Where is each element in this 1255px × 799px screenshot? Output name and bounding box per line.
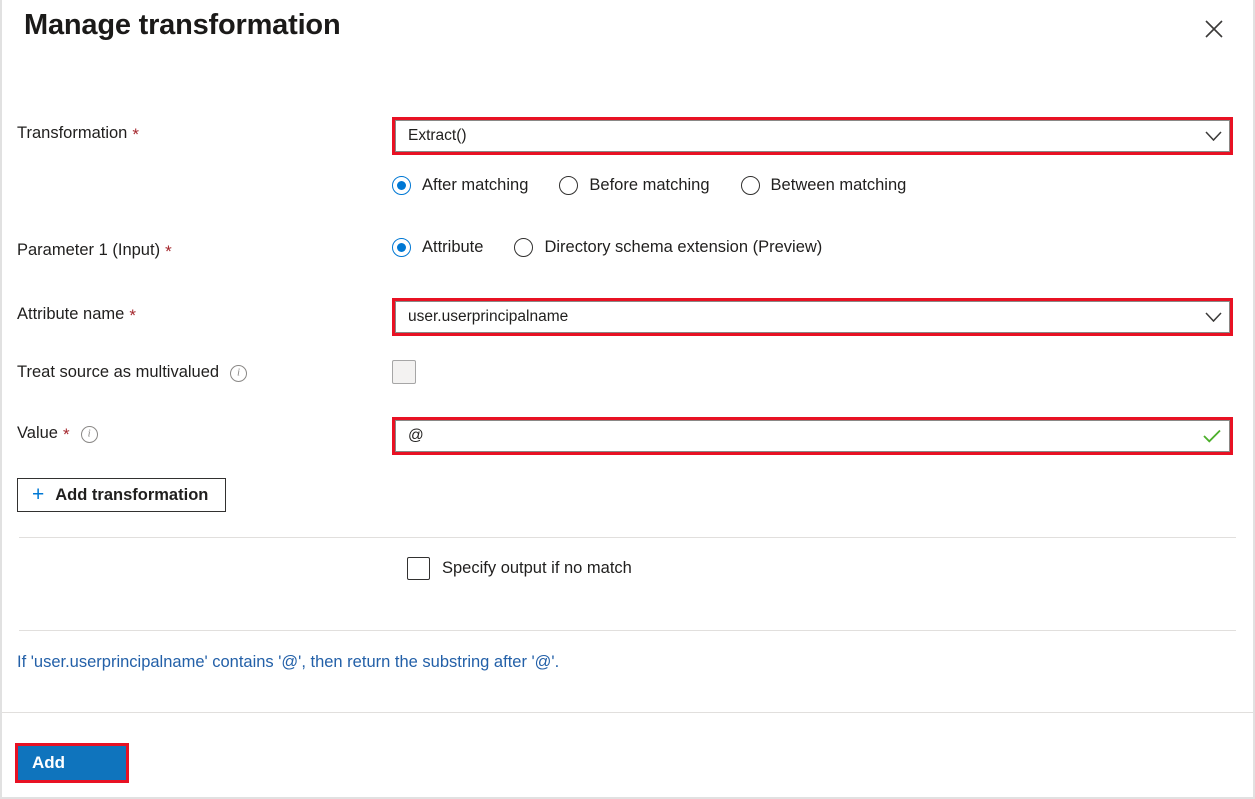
- value-input[interactable]: @: [396, 427, 1195, 445]
- match-mode-label-spacer: [2, 176, 392, 202]
- treat-multivalued-row: Treat source as multivalued i: [2, 360, 1253, 386]
- match-mode-field: After matching Before matching Between m…: [392, 176, 1253, 195]
- footer-actions: Add: [15, 743, 129, 783]
- required-asterisk: *: [129, 307, 136, 324]
- specify-output-checkbox[interactable]: [407, 557, 430, 580]
- chevron-down-icon[interactable]: [1197, 131, 1229, 142]
- divider-footer: [2, 712, 1253, 713]
- radio-attribute[interactable]: Attribute: [392, 238, 483, 257]
- radio-directory-schema-extension[interactable]: Directory schema extension (Preview): [514, 238, 822, 257]
- attribute-name-label-text: Attribute name: [17, 305, 124, 325]
- attribute-name-field: user.userprincipalname: [392, 298, 1253, 336]
- close-button[interactable]: [1197, 12, 1231, 46]
- add-transformation-label: Add transformation: [55, 486, 208, 505]
- parameter1-label-text: Parameter 1 (Input): [17, 241, 160, 261]
- radio-before-matching-label: Before matching: [589, 176, 709, 195]
- attribute-name-dropdown[interactable]: user.userprincipalname: [395, 301, 1230, 333]
- transformation-dropdown[interactable]: Extract(): [395, 120, 1230, 152]
- value-row: Value * i @: [2, 417, 1253, 455]
- parameter1-label: Parameter 1 (Input) *: [2, 238, 392, 264]
- manage-transformation-panel: Manage transformation Transformation * E…: [0, 0, 1255, 799]
- radio-mark-unselected: [514, 238, 533, 257]
- required-asterisk: *: [165, 243, 172, 260]
- treat-multivalued-label-text: Treat source as multivalued: [17, 363, 219, 383]
- add-transformation-wrap: + Add transformation: [17, 478, 226, 512]
- close-icon: [1203, 18, 1225, 40]
- plus-icon: +: [32, 484, 44, 505]
- specify-output-label: Specify output if no match: [442, 559, 632, 578]
- panel-header: Manage transformation: [2, 0, 1253, 62]
- value-label-text: Value: [17, 424, 58, 444]
- info-icon[interactable]: i: [230, 365, 247, 382]
- parameter1-row: Parameter 1 (Input) * Attribute Director…: [2, 238, 1253, 264]
- add-button[interactable]: Add: [18, 746, 126, 780]
- radio-attribute-label: Attribute: [422, 238, 483, 257]
- required-asterisk: *: [132, 126, 139, 143]
- attribute-name-row: Attribute name * user.userprincipalname: [2, 298, 1253, 336]
- radio-after-matching-label: After matching: [422, 176, 528, 195]
- radio-between-matching[interactable]: Between matching: [741, 176, 907, 195]
- value-highlight: @: [392, 417, 1233, 455]
- transformation-description: If 'user.userprincipalname' contains '@'…: [17, 653, 559, 672]
- value-label: Value * i: [2, 417, 392, 451]
- add-button-highlight: Add: [15, 743, 129, 783]
- transformation-row: Transformation * Extract(): [2, 117, 1253, 155]
- radio-before-matching[interactable]: Before matching: [559, 176, 709, 195]
- radio-mark-unselected: [559, 176, 578, 195]
- radio-directory-schema-extension-label: Directory schema extension (Preview): [544, 238, 822, 257]
- radio-mark-selected: [392, 238, 411, 257]
- specify-output-row: Specify output if no match: [407, 557, 632, 580]
- value-field: @: [392, 417, 1253, 455]
- transformation-label: Transformation *: [2, 117, 392, 151]
- info-icon[interactable]: i: [81, 426, 98, 443]
- treat-multivalued-checkbox[interactable]: [392, 360, 416, 384]
- transformation-label-text: Transformation: [17, 124, 127, 144]
- radio-between-matching-label: Between matching: [771, 176, 907, 195]
- match-mode-radio-group: After matching Before matching Between m…: [392, 176, 1233, 195]
- treat-multivalued-label: Treat source as multivalued i: [2, 360, 392, 386]
- page-title: Manage transformation: [24, 9, 340, 42]
- required-asterisk: *: [63, 426, 70, 443]
- transformation-value: Extract(): [396, 127, 1197, 145]
- transformation-field: Extract(): [392, 117, 1253, 155]
- divider-top: [19, 537, 1236, 538]
- parameter1-radio-group: Attribute Directory schema extension (Pr…: [392, 238, 1233, 257]
- match-mode-row: After matching Before matching Between m…: [2, 176, 1253, 202]
- radio-after-matching[interactable]: After matching: [392, 176, 528, 195]
- valid-check-icon: [1195, 429, 1229, 443]
- add-transformation-button[interactable]: + Add transformation: [17, 478, 226, 512]
- radio-mark-selected: [392, 176, 411, 195]
- treat-multivalued-field: [392, 360, 1253, 384]
- attribute-name-highlight: user.userprincipalname: [392, 298, 1233, 336]
- radio-mark-unselected: [741, 176, 760, 195]
- specify-output-checkbox-row[interactable]: Specify output if no match: [407, 557, 632, 580]
- parameter1-field: Attribute Directory schema extension (Pr…: [392, 238, 1253, 257]
- attribute-name-value: user.userprincipalname: [396, 308, 1197, 326]
- divider-bottom: [19, 630, 1236, 631]
- value-input-wrapper[interactable]: @: [395, 420, 1230, 452]
- chevron-down-icon[interactable]: [1197, 312, 1229, 323]
- attribute-name-label: Attribute name *: [2, 298, 392, 332]
- transformation-highlight: Extract(): [392, 117, 1233, 155]
